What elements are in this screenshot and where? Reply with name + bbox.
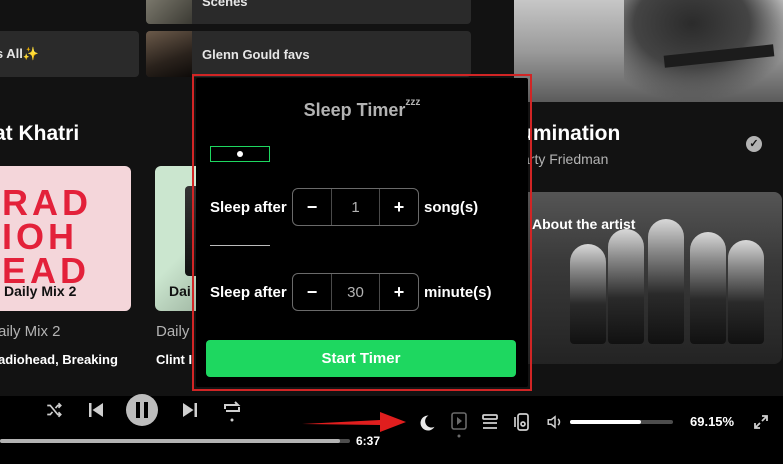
shortcut-scenes[interactable]: Scenes (146, 0, 471, 24)
card-title[interactable]: aily Mix 2 (0, 323, 61, 340)
minute-increment-button[interactable]: + (380, 274, 418, 310)
connect-device-icon[interactable] (511, 411, 533, 433)
dialog-title-text: Sleep Timer (303, 100, 406, 120)
annotation-arrow-icon (302, 412, 406, 432)
pause-icon (136, 402, 148, 418)
song-count-stepper[interactable]: − 1 + (292, 188, 419, 226)
song-row-unit: song(s) (424, 199, 479, 216)
minute-decrement-button[interactable]: − (293, 274, 331, 310)
shortcut-songs-all[interactable]: ngs All✨ (0, 31, 139, 77)
card-subtitle: Clint I (156, 352, 193, 367)
progress-bar[interactable] (0, 439, 350, 443)
fullscreen-icon[interactable] (752, 413, 770, 431)
pause-button[interactable] (126, 394, 158, 426)
minute-row-unit: minute(s) (424, 284, 492, 301)
queue-icon[interactable] (481, 412, 499, 432)
shuffle-icon[interactable] (44, 400, 64, 420)
cover-label: Dai (169, 283, 191, 299)
shortcut-glenn-gould[interactable]: Glenn Gould favs (146, 31, 471, 77)
minute-count-stepper[interactable]: − 30 + (292, 273, 419, 311)
cover-artwork-text: RAD IOH EAD (2, 182, 92, 291)
zzz-icon: zzz (405, 97, 421, 108)
about-artist-label: About the artist (532, 216, 636, 232)
minute-count-value[interactable]: 30 (331, 274, 380, 310)
song-count-value[interactable]: 1 (331, 189, 380, 225)
volume-slider[interactable] (570, 420, 673, 424)
daily-mix-2-cover[interactable]: RAD IOH EAD Daily Mix 2 (0, 166, 131, 311)
next-icon[interactable] (180, 400, 200, 420)
sleep-timer-dialog: Sleep Timerzzz Sleep after − 1 + song(s)… (196, 78, 528, 387)
start-timer-button[interactable]: Start Timer (206, 340, 516, 377)
progress-fill (0, 439, 340, 443)
volume-fill (570, 420, 642, 424)
shortcut-label: Scenes (202, 0, 248, 9)
song-decrement-button[interactable]: − (293, 189, 331, 225)
shortcut-label: ngs All✨ (0, 46, 40, 61)
track-artist[interactable]: arty Friedman (522, 151, 608, 167)
now-playing-panel: umination arty Friedman ✓ About the arti… (500, 0, 783, 396)
previous-icon[interactable] (86, 400, 106, 420)
toggle-dot (237, 151, 243, 157)
repeat-icon[interactable] (221, 398, 243, 422)
shortcut-thumbnail (146, 0, 192, 24)
shortcut-thumbnail (146, 31, 192, 77)
track-title[interactable]: umination (520, 122, 620, 146)
minute-row-label: Sleep after (210, 284, 287, 301)
zoom-level: 69.15% (690, 414, 735, 429)
mode-toggle-minutes[interactable] (210, 245, 270, 246)
volume-icon[interactable] (544, 411, 566, 433)
verified-check-icon[interactable]: ✓ (746, 136, 762, 152)
dialog-title: Sleep Timerzzz (196, 97, 528, 121)
elapsed-time: 6:37 (356, 434, 381, 448)
song-increment-button[interactable]: + (380, 189, 418, 225)
song-row-label: Sleep after (210, 199, 287, 216)
about-artist-card[interactable]: About the artist (520, 192, 782, 364)
section-title: at Khatri (0, 122, 80, 145)
card-title[interactable]: Daily (156, 323, 189, 340)
album-art (514, 0, 783, 102)
now-playing-view-icon[interactable] (450, 412, 468, 438)
moon-icon[interactable] (416, 412, 438, 434)
mode-toggle-songs[interactable] (210, 146, 270, 162)
cover-label: Daily Mix 2 (4, 283, 77, 299)
shortcut-label: Glenn Gould favs (202, 46, 310, 62)
card-subtitle: adiohead, Breaking (0, 352, 118, 367)
